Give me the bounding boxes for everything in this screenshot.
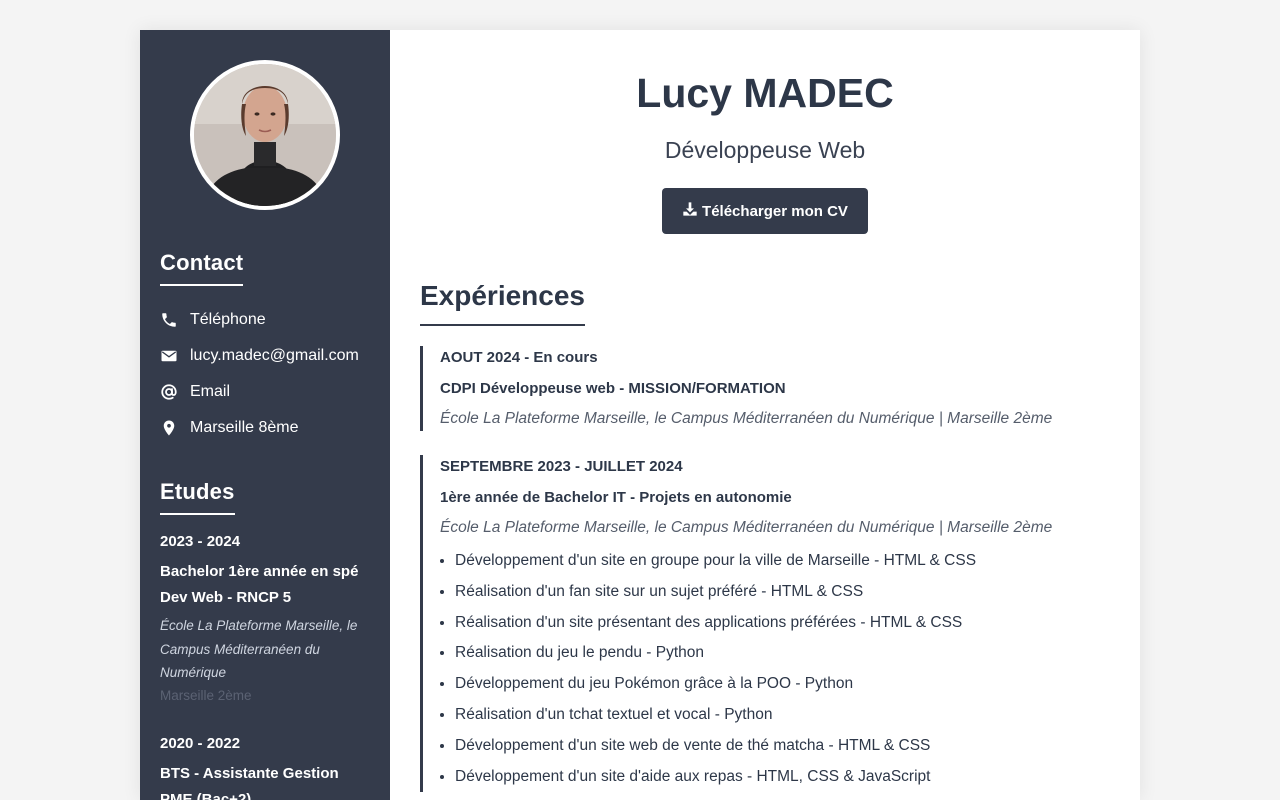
cv-page: Contact Téléphone lucy.madec@gmail.com E… <box>140 30 1140 800</box>
experience-place: École La Plateforme Marseille, le Campus… <box>440 519 1053 536</box>
study-location: Marseille 2ème <box>160 687 252 703</box>
at-icon <box>160 383 190 401</box>
list-item: Réalisation du jeu le pendu - Python <box>455 638 1110 669</box>
study-item: 2023 - 2024 Bachelor 1ère année en spé D… <box>160 533 370 707</box>
experience-title: 1ère année de Bachelor IT - Projets en a… <box>440 489 792 506</box>
study-school: École La Plateforme Marseille, le Campus… <box>160 618 358 680</box>
experience-item: SEPTEMBRE 2023 - JUILLET 2024 1ère année… <box>420 455 1110 793</box>
phone-icon <box>160 311 190 329</box>
list-item: Réalisation d'un tchat textuel et vocal … <box>455 700 1110 731</box>
list-item: Réalisation d'un site présentant des app… <box>455 608 1110 639</box>
envelope-icon <box>160 347 190 365</box>
experiences-title: Expériences <box>420 280 585 326</box>
main-content: Lucy MADEC Développeuse Web Télécharger … <box>390 30 1140 800</box>
contact-title: Contact <box>160 250 244 286</box>
experience-date: AOUT 2024 - En cours <box>440 349 598 366</box>
profile-role: Développeuse Web <box>664 137 866 163</box>
sidebar: Contact Téléphone lucy.madec@gmail.com E… <box>140 30 390 800</box>
contact-email-address-label: lucy.madec@gmail.com <box>190 347 359 364</box>
study-degree: Bachelor 1ère année en spé Dev Web - RNC… <box>160 563 359 606</box>
profile-name: Lucy MADEC <box>636 70 894 116</box>
contact-phone[interactable]: Téléphone <box>160 302 370 338</box>
contact-email[interactable]: Email <box>160 374 370 410</box>
list-item: Développement d'un site web de vente de … <box>455 731 1110 762</box>
profile-photo <box>194 64 336 206</box>
contact-location[interactable]: Marseille 8ème <box>160 410 370 446</box>
experience-task-list: Développement d'un site en groupe pour l… <box>440 546 1110 792</box>
study-year: 2023 - 2024 <box>160 533 241 550</box>
avatar <box>190 60 340 210</box>
studies-title: Etudes <box>160 479 235 515</box>
download-icon <box>682 201 698 221</box>
download-cv-button[interactable]: Télécharger mon CV <box>662 188 868 234</box>
download-cv-label: Télécharger mon CV <box>702 202 848 220</box>
contact-phone-label: Téléphone <box>190 311 266 328</box>
contact-email-label: Email <box>190 383 231 400</box>
experience-item: AOUT 2024 - En cours CDPI Développeuse w… <box>420 346 1110 431</box>
study-year: 2020 - 2022 <box>160 734 241 752</box>
list-item: Développement d'un site en groupe pour l… <box>455 546 1110 577</box>
experience-place: École La Plateforme Marseille, le Campus… <box>440 410 1053 427</box>
list-item: Réalisation d'un fan site sur un sujet p… <box>455 577 1110 608</box>
location-pin-icon <box>160 419 190 437</box>
study-degree: BTS - Assistante Gestion PME (Bac+2) <box>160 764 339 800</box>
experience-date: SEPTEMBRE 2023 - JUILLET 2024 <box>440 458 683 475</box>
contact-list: Téléphone lucy.madec@gmail.com Email Mar… <box>160 302 370 446</box>
study-item: 2020 - 2022 BTS - Assistante Gestion PME… <box>160 735 370 800</box>
contact-email-address[interactable]: lucy.madec@gmail.com <box>160 338 370 374</box>
list-item: Développement d'un site d'aide aux repas… <box>455 762 1110 793</box>
contact-location-label: Marseille 8ème <box>190 419 299 436</box>
list-item: Développement du jeu Pokémon grâce à la … <box>455 669 1110 700</box>
experience-title: CDPI Développeuse web - MISSION/FORMATIO… <box>440 380 786 397</box>
